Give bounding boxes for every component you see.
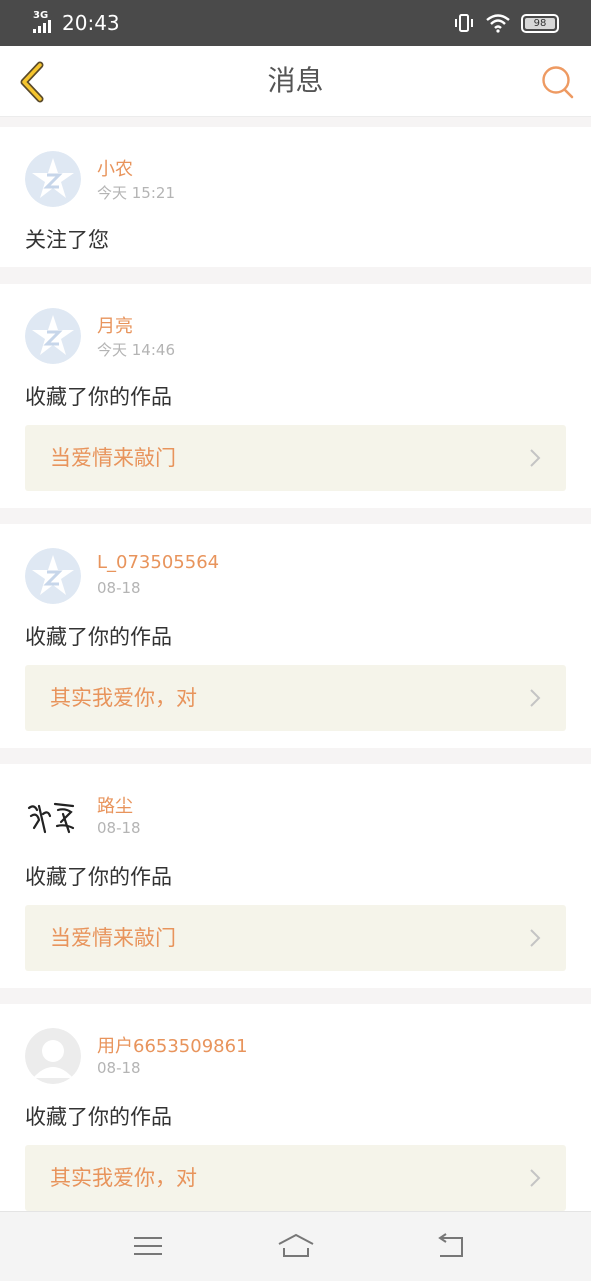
message-time: 08-18	[97, 579, 141, 597]
default-user-avatar-icon	[25, 1028, 81, 1084]
back-icon[interactable]	[434, 1230, 468, 1262]
system-nav-bar	[0, 1211, 591, 1281]
avatar[interactable]	[25, 151, 81, 207]
message-time: 08-18	[97, 819, 141, 837]
home-icon[interactable]	[276, 1230, 316, 1262]
message-time: 今天 15:21	[97, 184, 175, 202]
message-action: 关注了您	[25, 228, 109, 252]
user-name[interactable]: 路尘	[97, 792, 133, 818]
user-name[interactable]: 小农	[97, 155, 133, 181]
battery-level: 98	[533, 17, 547, 29]
work-title: 当爱情来敲门	[50, 446, 176, 470]
message-action: 收藏了你的作品	[25, 865, 172, 889]
page-title: 消息	[267, 64, 324, 97]
calligraphy-avatar-icon	[25, 788, 81, 844]
message-action: 收藏了你的作品	[25, 1105, 172, 1129]
message-item[interactable]: 月亮 今天 14:46 收藏了你的作品 当爱情来敲门	[0, 284, 591, 508]
avatar[interactable]	[25, 788, 81, 844]
status-bar: 3G 20:43 98	[0, 0, 591, 46]
message-action: 收藏了你的作品	[25, 625, 172, 649]
search-icon[interactable]	[541, 65, 575, 99]
chevron-right-icon	[530, 689, 541, 707]
message-time: 08-18	[97, 1059, 141, 1077]
user-name[interactable]: 月亮	[97, 312, 133, 338]
work-link[interactable]: 当爱情来敲门	[25, 905, 566, 971]
wifi-icon	[486, 14, 510, 33]
work-title: 当爱情来敲门	[50, 926, 176, 950]
message-time: 今天 14:46	[97, 341, 175, 359]
qzone-default-avatar-icon	[25, 308, 81, 364]
user-name[interactable]: L_073505564	[97, 552, 219, 573]
avatar[interactable]	[25, 308, 81, 364]
message-item[interactable]: 小农 今天 15:21 关注了您	[0, 127, 591, 267]
work-link[interactable]: 其实我爱你，对	[25, 1145, 566, 1211]
qzone-default-avatar-icon	[25, 548, 81, 604]
user-name[interactable]: 用户6653509861	[97, 1032, 248, 1058]
work-link[interactable]: 其实我爱你，对	[25, 665, 566, 731]
vibrate-icon	[455, 14, 473, 32]
message-item[interactable]: L_073505564 08-18 收藏了你的作品 其实我爱你，对	[0, 524, 591, 748]
qzone-default-avatar-icon	[25, 151, 81, 207]
chevron-right-icon	[530, 1169, 541, 1187]
status-time: 20:43	[62, 11, 120, 35]
work-title: 其实我爱你，对	[50, 686, 197, 710]
signal-icon: 3G	[33, 11, 53, 35]
message-action: 收藏了你的作品	[25, 385, 172, 409]
chevron-right-icon	[530, 929, 541, 947]
message-item[interactable]: 路尘 08-18 收藏了你的作品 当爱情来敲门	[0, 764, 591, 988]
work-link[interactable]: 当爱情来敲门	[25, 425, 566, 491]
work-title: 其实我爱你，对	[50, 1166, 197, 1190]
header: 消息	[0, 46, 591, 117]
chevron-right-icon	[530, 449, 541, 467]
message-item[interactable]: 用户6653509861 08-18 收藏了你的作品 其实我爱你，对	[0, 1004, 591, 1228]
avatar[interactable]	[25, 1028, 81, 1084]
menu-icon[interactable]	[131, 1230, 165, 1262]
avatar[interactable]	[25, 548, 81, 604]
battery-icon: 98	[521, 13, 559, 33]
